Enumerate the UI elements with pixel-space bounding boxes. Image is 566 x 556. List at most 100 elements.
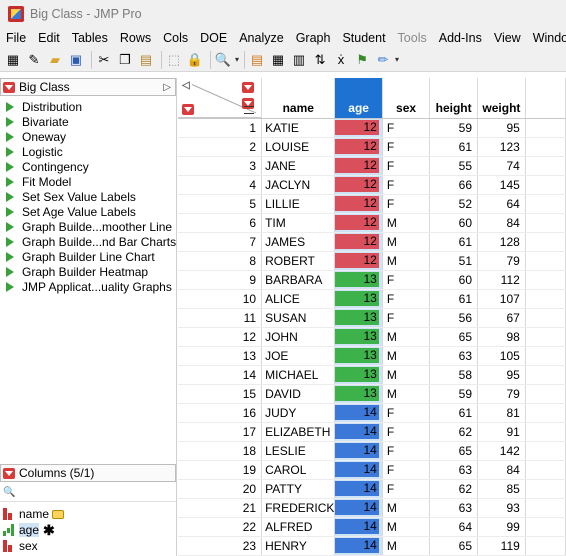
run-script-icon[interactable] — [6, 116, 14, 127]
table-script-item[interactable]: Graph Builde...nd Bar Charts — [0, 234, 176, 249]
menu-doe[interactable]: DOE — [194, 31, 233, 45]
cell-weight[interactable]: 99 — [477, 517, 526, 537]
row-number[interactable]: 3 — [178, 156, 263, 176]
menu-student[interactable]: Student — [336, 31, 391, 45]
menu-tables[interactable]: Tables — [66, 31, 114, 45]
table-row[interactable]: 15 DAVID 13 M 59 79 — [178, 384, 566, 404]
column-search-field[interactable]: 🔍 — [0, 484, 176, 502]
table-row[interactable]: 2 LOUISE 12 F 61 123 — [178, 137, 566, 157]
run-script-icon[interactable] — [6, 221, 14, 232]
run-script-icon[interactable] — [6, 251, 14, 262]
cell-sex[interactable]: F — [382, 403, 431, 423]
cell-weight[interactable]: 81 — [477, 403, 526, 423]
cell-height[interactable]: 58 — [429, 365, 479, 385]
cell-name[interactable]: JAMES — [261, 232, 336, 252]
menu-tools[interactable]: Tools — [392, 31, 433, 45]
ordinal-modeling-type-icon[interactable] — [3, 524, 15, 536]
row-number[interactable]: 14 — [178, 365, 263, 385]
menu-cols[interactable]: Cols — [157, 31, 194, 45]
cell-weight[interactable]: 85 — [477, 479, 526, 499]
flag-icon[interactable]: ⚑ — [353, 51, 371, 69]
cell-weight[interactable]: 74 — [477, 156, 526, 176]
cell-sex[interactable]: F — [382, 441, 431, 461]
cell-name[interactable]: PATTY — [261, 479, 336, 499]
table-script-item[interactable]: Set Age Value Labels — [0, 204, 176, 219]
table-script-item[interactable]: JMP Applicat...uality Graphs — [0, 279, 176, 294]
menu-edit[interactable]: Edit — [32, 31, 66, 45]
cell-age[interactable]: 14 — [334, 536, 383, 556]
cell-sex[interactable]: M — [382, 346, 431, 366]
cell-sex[interactable]: F — [382, 479, 431, 499]
menu-graph[interactable]: Graph — [290, 31, 337, 45]
column-header-sex[interactable]: sex — [382, 78, 431, 119]
toolbar-more-dropdown-icon[interactable]: ▾ — [395, 55, 399, 64]
table-script-item[interactable]: Oneway — [0, 129, 176, 144]
cell-name[interactable]: FREDERICK — [261, 498, 336, 518]
table-script-item[interactable]: Logistic — [0, 144, 176, 159]
cell-name[interactable]: CAROL — [261, 460, 336, 480]
table-row[interactable]: 20 PATTY 14 F 62 85 — [178, 479, 566, 499]
run-script-icon[interactable] — [6, 281, 14, 292]
table-script-item[interactable]: Contingency — [0, 159, 176, 174]
cell-age[interactable]: 13 — [334, 346, 383, 366]
row-number[interactable]: 16 — [178, 403, 263, 423]
table-row[interactable]: 13 JOE 13 M 63 105 — [178, 346, 566, 366]
table-row[interactable]: 7 JAMES 12 M 61 128 — [178, 232, 566, 252]
row-number[interactable]: 17 — [178, 422, 263, 442]
cell-age[interactable]: 14 — [334, 460, 383, 480]
nominal-modeling-type-icon[interactable] — [3, 508, 15, 520]
cell-name[interactable]: JUDY — [261, 403, 336, 423]
cell-weight[interactable]: 119 — [477, 536, 526, 556]
table-row[interactable]: 23 HENRY 14 M 65 119 — [178, 536, 566, 556]
cell-sex[interactable]: M — [382, 517, 431, 537]
cell-sex[interactable]: M — [382, 213, 431, 233]
cell-age[interactable]: 12 — [334, 232, 383, 252]
table-script-item[interactable]: Graph Builde...moother Line — [0, 219, 176, 234]
run-script-icon[interactable] — [6, 236, 14, 247]
cell-height[interactable]: 59 — [429, 384, 479, 404]
new-data-table-icon[interactable]: ▦ — [4, 51, 22, 69]
cell-height[interactable]: 65 — [429, 441, 479, 461]
cell-sex[interactable]: M — [382, 327, 431, 347]
run-script-icon[interactable] — [6, 191, 14, 202]
row-number[interactable]: 22 — [178, 517, 263, 537]
menu-analyze[interactable]: Analyze — [233, 31, 289, 45]
row-number[interactable]: 4 — [178, 175, 263, 195]
cell-height[interactable]: 65 — [429, 327, 479, 347]
formula-icon[interactable]: ẋ — [332, 51, 350, 69]
cell-weight[interactable]: 79 — [477, 251, 526, 271]
cell-name[interactable]: LESLIE — [261, 441, 336, 461]
cell-age[interactable]: 12 — [334, 251, 383, 271]
cell-name[interactable]: JACLYN — [261, 175, 336, 195]
table-row[interactable]: 5 LILLIE 12 F 52 64 — [178, 194, 566, 214]
cell-height[interactable]: 59 — [429, 118, 479, 138]
row-number[interactable]: 19 — [178, 460, 263, 480]
cell-height[interactable]: 63 — [429, 460, 479, 480]
table-script-item[interactable]: Fit Model — [0, 174, 176, 189]
cell-sex[interactable]: M — [382, 232, 431, 252]
lock-icon[interactable]: 🔒 — [186, 51, 204, 69]
table-script-item[interactable]: Distribution — [0, 99, 176, 114]
search-dropdown-icon[interactable]: ▾ — [235, 55, 239, 64]
cell-name[interactable]: KATIE — [261, 118, 336, 138]
cell-weight[interactable]: 84 — [477, 213, 526, 233]
cell-height[interactable]: 55 — [429, 156, 479, 176]
cell-weight[interactable]: 98 — [477, 327, 526, 347]
cell-sex[interactable]: M — [382, 365, 431, 385]
row-number[interactable]: 18 — [178, 441, 263, 461]
table-view-icon[interactable]: ▥ — [290, 51, 308, 69]
cut-icon[interactable]: ✂ — [95, 51, 113, 69]
cell-name[interactable]: ROBERT — [261, 251, 336, 271]
cell-height[interactable]: 51 — [429, 251, 479, 271]
open-folder-icon[interactable]: ▰ — [46, 51, 64, 69]
cell-height[interactable]: 65 — [429, 536, 479, 556]
menu-view[interactable]: View — [488, 31, 527, 45]
table-row[interactable]: 3 JANE 12 F 55 74 — [178, 156, 566, 176]
cell-height[interactable]: 61 — [429, 232, 479, 252]
nominal-modeling-type-icon[interactable] — [3, 540, 15, 552]
cell-age[interactable]: 12 — [334, 137, 383, 157]
table-row[interactable]: 9 BARBARA 13 F 60 112 — [178, 270, 566, 290]
panel-collapse-icon[interactable]: ▷ — [163, 82, 171, 93]
run-script-icon[interactable] — [6, 131, 14, 142]
cell-height[interactable]: 52 — [429, 194, 479, 214]
